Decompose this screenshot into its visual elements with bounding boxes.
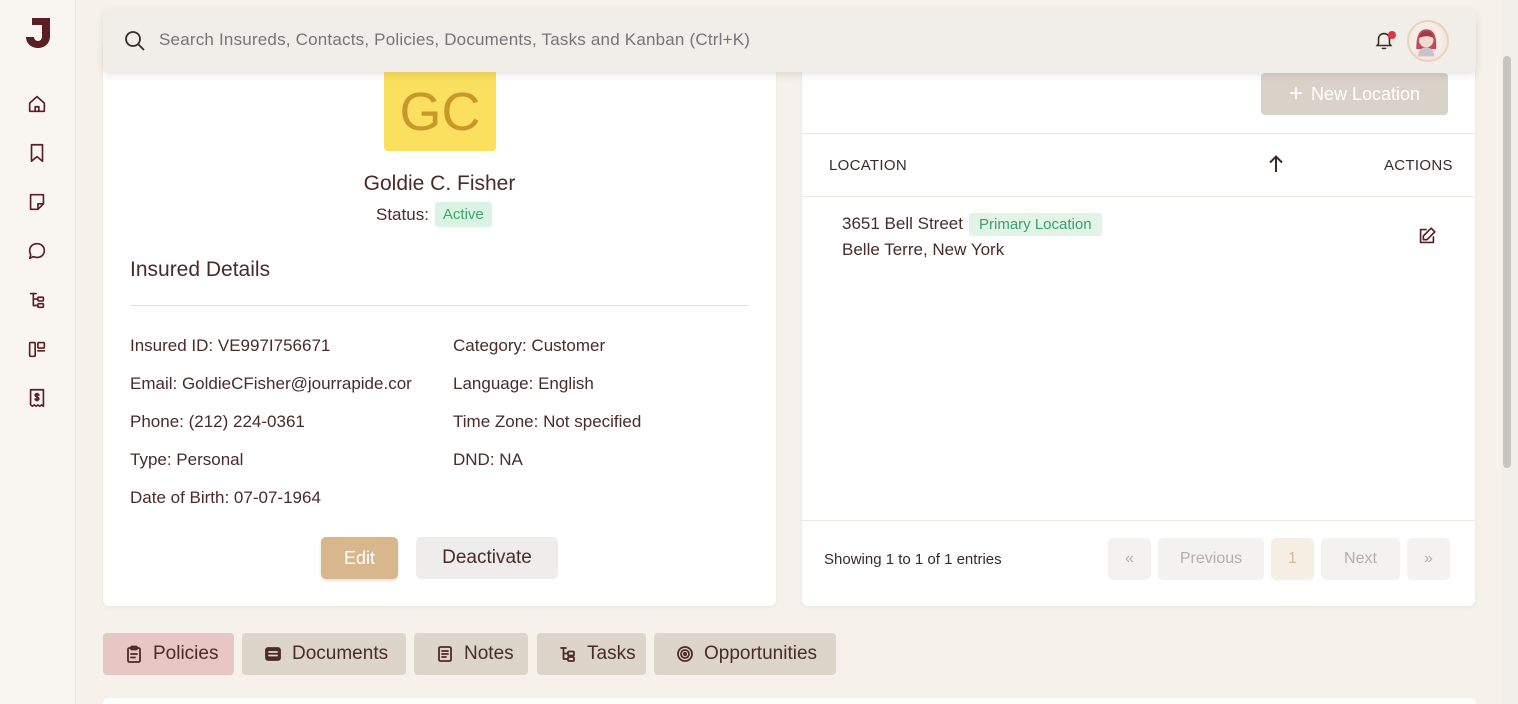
detail-language: Language: English — [453, 374, 594, 393]
notes-icon — [438, 646, 452, 662]
chat-icon[interactable] — [24, 238, 50, 264]
previous-page-button[interactable]: Previous — [1158, 538, 1264, 580]
deactivate-button[interactable]: Deactivate — [416, 537, 558, 579]
notification-dot — [1388, 31, 1396, 39]
primary-location-badge: Primary Location — [969, 213, 1102, 236]
app-logo[interactable] — [22, 14, 58, 50]
tab-tasks[interactable]: Tasks — [537, 633, 646, 675]
detail-category: Category: Customer — [453, 336, 606, 355]
location-city: Belle Terre, New York — [842, 240, 1005, 259]
status-badge: Active — [434, 202, 492, 227]
next-page-button[interactable]: Next — [1321, 538, 1400, 580]
tab-label: Opportunities — [704, 643, 818, 664]
insured-name: Goldie C. Fisher — [363, 172, 516, 195]
receipt-icon[interactable] — [24, 385, 50, 411]
plus-icon: + — [1288, 80, 1303, 107]
tab-documents[interactable]: Documents — [242, 633, 406, 675]
global-search-input[interactable] — [159, 30, 959, 50]
edit-button[interactable]: Edit — [321, 537, 398, 579]
insured-avatar-initials: GC — [384, 62, 496, 151]
kanban-icon[interactable] — [24, 336, 50, 362]
tasks-icon — [560, 647, 575, 662]
user-avatar[interactable] — [1407, 20, 1449, 62]
locations-card: + New Location LOCATION ACTIONS 3651 Bel… — [802, 40, 1475, 606]
search-icon[interactable] — [123, 29, 147, 53]
tab-label: Tasks — [587, 643, 636, 664]
edit-location-icon[interactable] — [1416, 225, 1440, 249]
detail-dnd: DND: NA — [453, 450, 523, 469]
tab-opportunities[interactable]: Opportunities — [654, 633, 836, 675]
tab-label: Policies — [153, 643, 219, 664]
target-icon — [677, 646, 693, 662]
detail-phone: Phone: (212) 224-0361 — [130, 412, 305, 431]
location-street: 3651 Bell Street — [842, 214, 963, 233]
tab-policies[interactable]: Policies — [103, 633, 234, 675]
page-1-button[interactable]: 1 — [1271, 538, 1314, 580]
content-panel-edge — [103, 698, 1476, 704]
status-row: Status: Active — [376, 202, 492, 227]
divider — [802, 520, 1475, 521]
new-location-label: New Location — [1310, 83, 1421, 104]
entries-summary: Showing 1 to 1 of 1 entries — [824, 551, 1002, 568]
detail-type: Type: Personal — [130, 450, 244, 469]
home-icon[interactable] — [24, 91, 50, 117]
column-header-location[interactable]: LOCATION — [829, 157, 907, 174]
notification-bell-icon[interactable] — [1373, 29, 1397, 53]
bookmark-icon[interactable] — [24, 140, 50, 166]
divider — [802, 133, 1475, 134]
detail-time-zone: Time Zone: Not specified — [453, 412, 642, 431]
section-title-insured-details: Insured Details — [130, 258, 271, 281]
new-location-button[interactable]: + New Location — [1261, 73, 1448, 115]
scrollbar-thumb[interactable] — [1503, 56, 1511, 468]
tab-label: Notes — [464, 643, 514, 664]
status-label: Status: — [376, 204, 429, 224]
column-header-actions: ACTIONS — [1384, 157, 1453, 174]
detail-insured-id: Insured ID: VE997I756671 — [130, 336, 331, 355]
divider — [130, 305, 749, 306]
tasks-icon[interactable] — [24, 287, 50, 313]
clipboard-icon — [127, 645, 141, 663]
first-page-button[interactable]: « — [1108, 538, 1151, 580]
divider — [802, 196, 1475, 197]
insured-profile-card: GC Goldie C. Fisher Status: Active Insur… — [103, 40, 776, 606]
tab-label: Documents — [292, 643, 389, 664]
sort-ascending-icon[interactable] — [1267, 154, 1287, 174]
detail-date-of-birth: Date of Birth: 07-07-1964 — [130, 488, 321, 507]
tab-notes[interactable]: Notes — [414, 633, 528, 675]
top-search-bar — [103, 10, 1476, 72]
last-page-button[interactable]: » — [1407, 538, 1450, 580]
sidebar — [0, 0, 76, 704]
note-icon[interactable] — [24, 189, 50, 215]
detail-email: Email: GoldieCFisher@jourrapide.cor — [130, 374, 412, 393]
documents-icon — [265, 647, 281, 661]
